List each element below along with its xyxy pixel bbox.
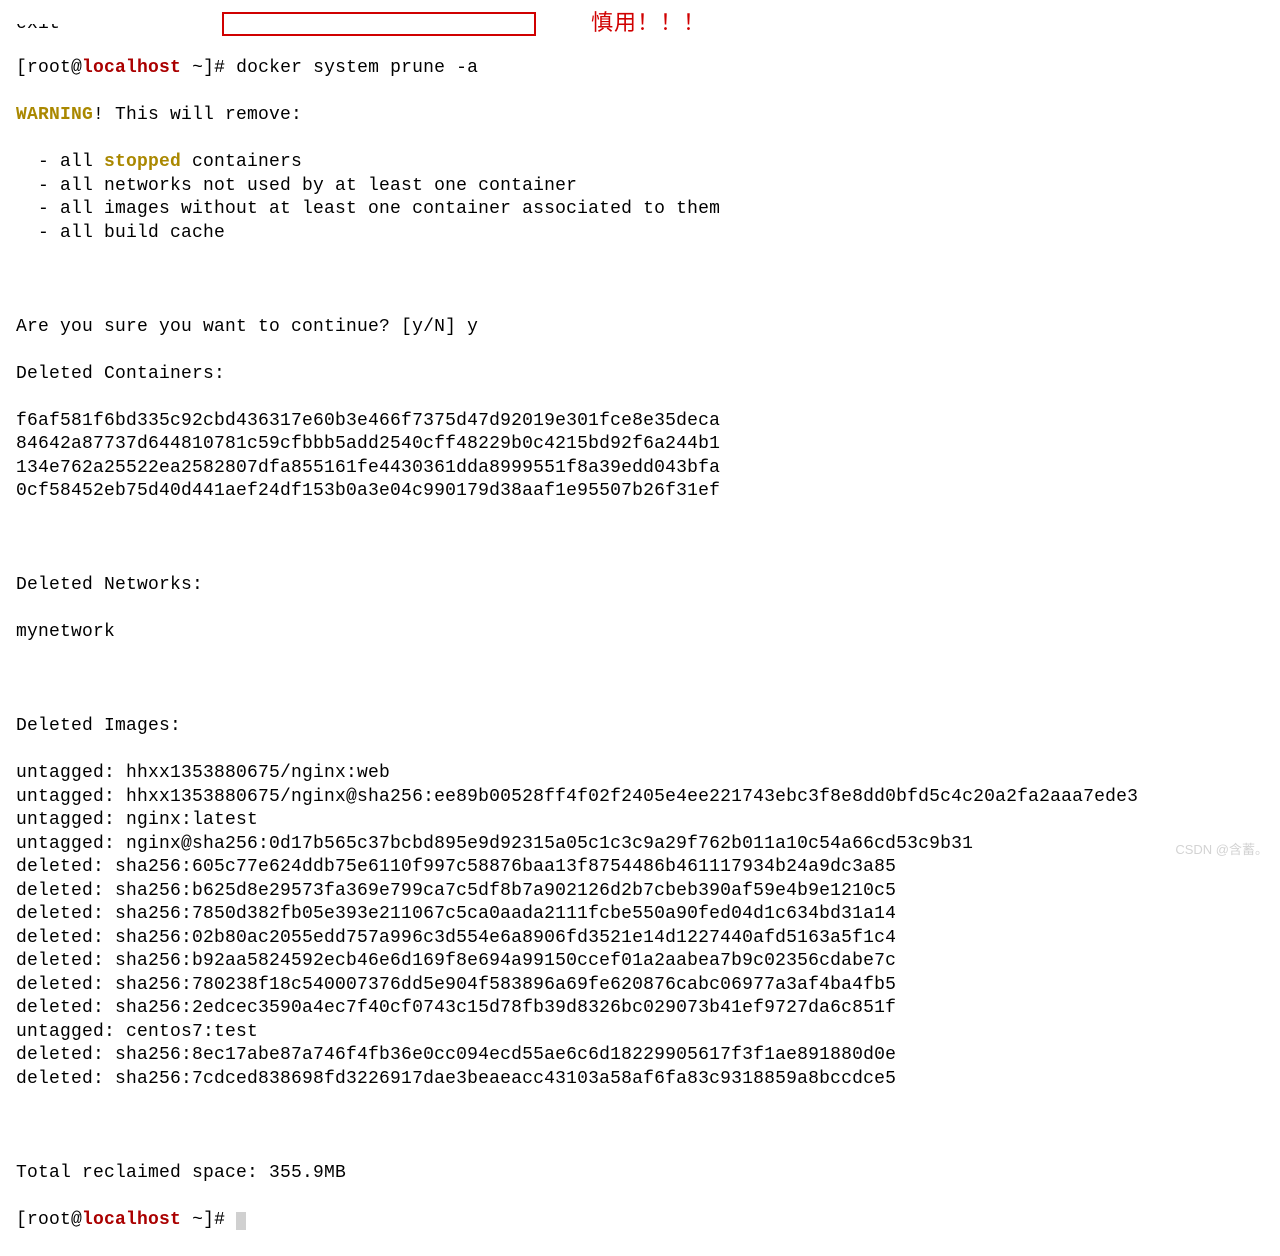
reclaimed-line: Total reclaimed space: 355.9MB — [16, 1162, 1280, 1186]
deleted-networks-list: mynetwork — [16, 621, 1280, 645]
deleted-containers-label: Deleted Containers: — [16, 363, 1280, 387]
deleted-image-line: deleted: sha256:02b80ac2055edd757a996c3d… — [16, 927, 1280, 951]
deleted-image-line: untagged: nginx@sha256:0d17b565c37bcbd89… — [16, 833, 1280, 857]
deleted-images-label: Deleted Images: — [16, 715, 1280, 739]
deleted-image-line: deleted: sha256:7cdced838698fd3226917dae… — [16, 1068, 1280, 1092]
deleted-image-line: deleted: sha256:2edcec3590a4ec7f40cf0743… — [16, 997, 1280, 1021]
watermark: CSDN @含蓄。 — [1175, 838, 1268, 862]
deleted-image-line: untagged: hhxx1353880675/nginx@sha256:ee… — [16, 786, 1280, 810]
remove-item: - all stopped containers — [16, 151, 1280, 175]
blank-line — [16, 668, 1280, 692]
deleted-container-id: 84642a87737d644810781c59cfbbb5add2540cff… — [16, 433, 1280, 457]
deleted-images-list: untagged: hhxx1353880675/nginx:webuntagg… — [16, 762, 1280, 1091]
hostname: localhost — [82, 58, 181, 78]
remove-item: - all build cache — [16, 222, 1280, 246]
annotation-text: 慎用！！！ — [591, 11, 706, 35]
deleted-container-id: 134e762a25522ea2582807dfa855161fe4430361… — [16, 457, 1280, 481]
deleted-image-line: untagged: centos7:test — [16, 1021, 1280, 1045]
blank-line — [16, 527, 1280, 551]
deleted-image-line: deleted: sha256:b92aa5824592ecb46e6d169f… — [16, 950, 1280, 974]
terminal[interactable]: exit [root@localhost ~]# docker system p… — [0, 0, 1280, 1256]
deleted-image-line: untagged: nginx:latest — [16, 809, 1280, 833]
deleted-container-id: 0cf58452eb75d40d441aef24df153b0a3e04c990… — [16, 480, 1280, 504]
blank-line — [16, 1115, 1280, 1139]
deleted-containers-list: f6af581f6bd335c92cbd436317e60b3e466f7375… — [16, 410, 1280, 504]
deleted-container-id: f6af581f6bd335c92cbd436317e60b3e466f7375… — [16, 410, 1280, 434]
warning-line: WARNING! This will remove: — [16, 104, 1280, 128]
deleted-image-line: deleted: sha256:780238f18c540007376dd5e9… — [16, 974, 1280, 998]
command: docker system prune -a — [236, 58, 478, 78]
deleted-image-line: deleted: sha256:8ec17abe87a746f4fb36e0cc… — [16, 1044, 1280, 1068]
deleted-network-name: mynetwork — [16, 621, 1280, 645]
remove-item: - all images without at least one contai… — [16, 198, 1280, 222]
remove-item: - all networks not used by at least one … — [16, 175, 1280, 199]
deleted-image-line: deleted: sha256:605c77e624ddb75e6110f997… — [16, 856, 1280, 880]
deleted-image-line: deleted: sha256:7850d382fb05e393e211067c… — [16, 903, 1280, 927]
confirm-prompt: Are you sure you want to continue? [y/N]… — [16, 316, 1280, 340]
prompt-line-2: [root@localhost ~]# — [16, 1209, 1280, 1233]
hostname: localhost — [82, 1210, 181, 1230]
remove-list: - all stopped containers - all networks … — [16, 151, 1280, 245]
warning-label: WARNING — [16, 105, 93, 125]
prompt-line-1: [root@localhost ~]# docker system prune … — [16, 57, 1280, 81]
blank-line — [16, 269, 1280, 293]
deleted-image-line: deleted: sha256:b625d8e29573fa369e799ca7… — [16, 880, 1280, 904]
deleted-networks-label: Deleted Networks: — [16, 574, 1280, 598]
cursor — [236, 1212, 246, 1230]
deleted-image-line: untagged: hhxx1353880675/nginx:web — [16, 762, 1280, 786]
